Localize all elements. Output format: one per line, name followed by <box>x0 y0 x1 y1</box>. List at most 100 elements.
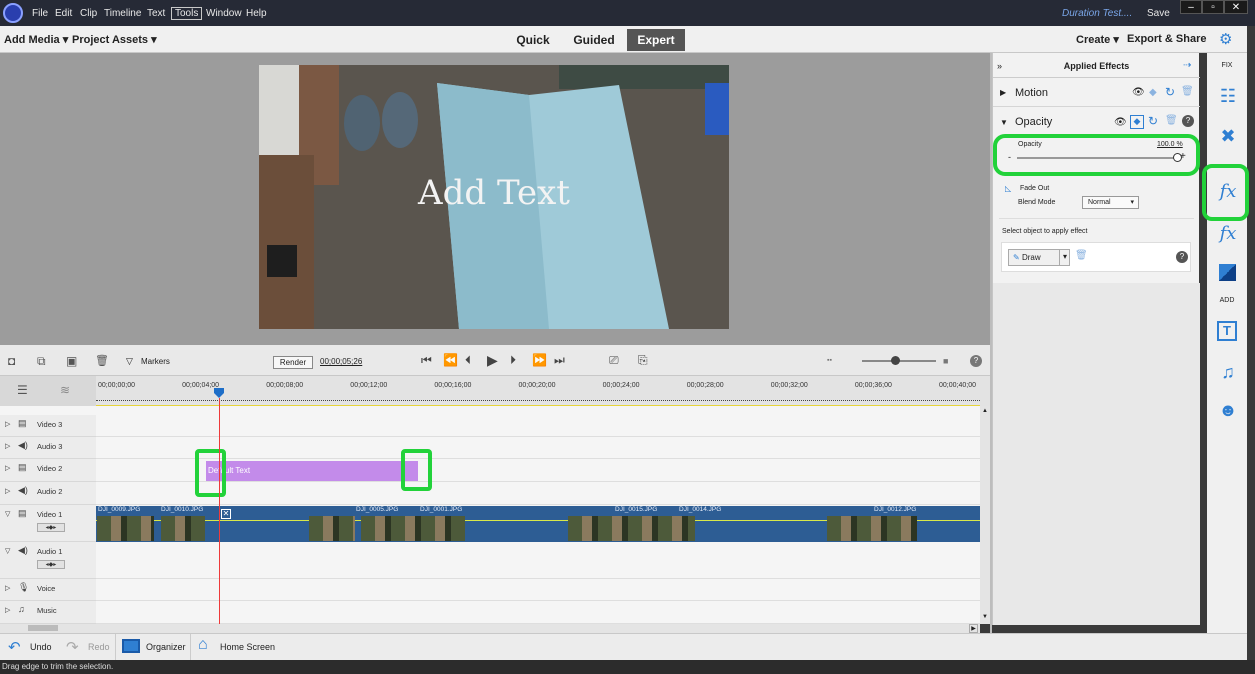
keyframe-nav[interactable]: ◂◆▸ <box>37 523 65 532</box>
markers-menu[interactable]: Markers <box>141 357 170 366</box>
track-lane[interactable] <box>96 579 980 601</box>
text-overlay[interactable]: Add Text <box>259 173 729 213</box>
organizer-icon[interactable] <box>122 639 140 653</box>
help-icon[interactable]: ? <box>970 355 982 367</box>
expand-arrow-icon[interactable]: ▷ <box>5 420 10 428</box>
track-header[interactable]: ▷ ◀) Audio 2 <box>0 482 96 505</box>
collapse-arrow-icon[interactable]: ▼ <box>1000 118 1008 127</box>
clip-thumbnail[interactable] <box>361 516 465 541</box>
scroll-down-icon[interactable]: ▼ <box>981 614 989 622</box>
fullscreen-icon[interactable]: ⎘ <box>638 353 648 368</box>
redo-icon[interactable]: ↷ <box>66 638 79 656</box>
home-screen-button[interactable]: Home Screen <box>220 642 275 652</box>
splitter[interactable] <box>990 53 992 633</box>
export-share-button[interactable]: Export & Share <box>1127 33 1206 45</box>
text-clip[interactable]: Default Text <box>206 461 418 481</box>
blend-mode-select[interactable]: Normal ▾ <box>1082 196 1139 209</box>
gear-icon[interactable]: ⚙ <box>1219 30 1232 48</box>
track-lane[interactable] <box>96 437 980 459</box>
timeline-ruler[interactable]: ☰ ≋ 00;00;00;00 00;00;04;00 00;00;08;00 00;… <box>0 376 990 406</box>
monitor-icon[interactable]: ⎚ <box>609 353 619 368</box>
camera-icon[interactable]: ◘ <box>8 354 15 368</box>
keyframe-icon[interactable]: ◆ <box>1149 87 1157 98</box>
track-header[interactable]: ▷ ▤ Video 2 <box>0 459 96 482</box>
home-icon[interactable]: ⌂ <box>198 636 208 654</box>
horizontal-scrollbar[interactable]: ▶ <box>0 624 980 633</box>
expand-arrow-icon[interactable]: ▷ <box>5 606 10 614</box>
clip-thumbnail[interactable] <box>568 516 695 541</box>
video-clip-label[interactable]: DJI_0015.JPG <box>615 506 657 513</box>
video-clip-label[interactable]: DJI_0010.JPG <box>161 506 203 513</box>
zoom-slider-thumb[interactable] <box>891 356 900 365</box>
expand-arrow-icon[interactable]: ▷ <box>5 442 10 450</box>
zoom-in-icon[interactable]: ■ <box>943 356 948 366</box>
reset-icon[interactable]: ↻ <box>1165 85 1175 99</box>
track-lane[interactable] <box>96 542 980 579</box>
applied-effects-icon[interactable]: fx <box>1217 181 1239 203</box>
eye-icon[interactable]: 👁 <box>1132 87 1145 98</box>
panel-menu-icon[interactable]: ⇢ <box>1183 60 1191 71</box>
rewind-icon[interactable]: ⏪ <box>443 353 458 367</box>
track-lane[interactable] <box>96 601 980 624</box>
adjust-icon[interactable]: ☷ <box>1217 85 1239 107</box>
preview-frame[interactable]: Add Text <box>259 65 729 329</box>
go-to-end-icon[interactable]: ⏭ <box>554 353 565 368</box>
save-button[interactable]: Save <box>1147 8 1170 19</box>
track-header[interactable]: ▷ 🎙 Voice <box>0 579 96 601</box>
track-header[interactable]: ▷ ▤ Video 3 <box>0 415 96 437</box>
trash-icon[interactable]: 🗑 <box>1075 250 1088 261</box>
video-clip-label[interactable]: DJI_0012.JPG <box>874 506 916 513</box>
collapse-arrow-icon[interactable]: ▽ <box>5 510 10 518</box>
help-icon[interactable]: ? <box>1176 251 1188 263</box>
redo-button[interactable]: Redo <box>88 642 110 652</box>
clip-thumbnail[interactable] <box>97 516 154 541</box>
video-clip-label[interactable]: DJI_0001.JPG <box>420 506 462 513</box>
vertical-scrollbar[interactable]: ▲ ▼ <box>980 406 990 624</box>
project-assets-button[interactable]: Project Assets ▾ <box>72 33 157 46</box>
close-icon[interactable]: ✕ <box>1224 0 1248 14</box>
track-header[interactable]: ▽ ◀) Audio 1 ◂◆▸ <box>0 542 96 579</box>
tab-quick[interactable]: Quick <box>510 29 556 51</box>
menu-timeline[interactable]: Timeline <box>104 8 141 19</box>
fast-forward-icon[interactable]: ⏩ <box>532 353 547 367</box>
menu-edit[interactable]: Edit <box>55 8 72 19</box>
step-back-icon[interactable]: ⏴ <box>465 353 471 368</box>
eye-icon[interactable]: 👁 <box>1114 117 1127 128</box>
menu-clip[interactable]: Clip <box>80 8 97 19</box>
motion-effect-row[interactable]: ▶ Motion 👁 ◆ ↻ 🗑 <box>993 81 1200 107</box>
delete-icon[interactable]: 🗑 <box>1181 86 1194 97</box>
maximize-icon[interactable]: ▫ <box>1202 0 1224 14</box>
playhead-handle[interactable] <box>214 388 224 398</box>
track-size-icon[interactable]: ☰ <box>17 383 28 397</box>
menu-tools[interactable]: Tools <box>171 7 203 20</box>
expand-arrow-icon[interactable]: ▷ <box>5 464 10 472</box>
scroll-thumb[interactable] <box>28 625 58 631</box>
clip-thumbnail[interactable] <box>827 516 917 541</box>
menu-help[interactable]: Help <box>246 8 267 19</box>
help-icon[interactable]: ? <box>1182 115 1194 127</box>
go-to-start-icon[interactable]: ⏮ <box>421 353 432 368</box>
reset-icon[interactable]: ↻ <box>1148 114 1158 128</box>
opacity-slider-track[interactable] <box>1017 157 1177 159</box>
transitions-icon[interactable] <box>1219 264 1236 281</box>
track-header[interactable]: ▷ ♫ Music <box>0 601 96 624</box>
delete-clip-icon[interactable]: 🗑 <box>95 354 109 367</box>
detach-icon[interactable]: ⧉ <box>37 354 46 369</box>
audio-waveform-icon[interactable]: ≋ <box>60 383 70 397</box>
undo-button[interactable]: Undo <box>30 642 52 652</box>
properties-icon[interactable]: ▣ <box>66 354 77 368</box>
play-icon[interactable]: ▶ <box>487 352 498 369</box>
graphics-icon[interactable]: ☻ <box>1217 399 1239 421</box>
step-forward-icon[interactable]: ⏵ <box>510 353 516 368</box>
scroll-right-icon[interactable]: ▶ <box>969 624 978 633</box>
add-media-button[interactable]: Add Media ▾ <box>4 33 68 46</box>
effects-icon[interactable]: fx <box>1217 223 1239 245</box>
clip-thumbnail[interactable] <box>161 516 205 541</box>
expand-arrow-icon[interactable]: ▷ <box>5 584 10 592</box>
menu-file[interactable]: File <box>32 8 48 19</box>
fade-out-label[interactable]: Fade Out <box>1020 185 1049 192</box>
tools-icon[interactable]: ✖ <box>1217 125 1239 147</box>
keyframe-toggle-icon[interactable]: ◆ <box>1130 115 1144 129</box>
delete-icon[interactable]: 🗑 <box>1165 115 1178 126</box>
track-lane[interactable] <box>96 415 980 437</box>
